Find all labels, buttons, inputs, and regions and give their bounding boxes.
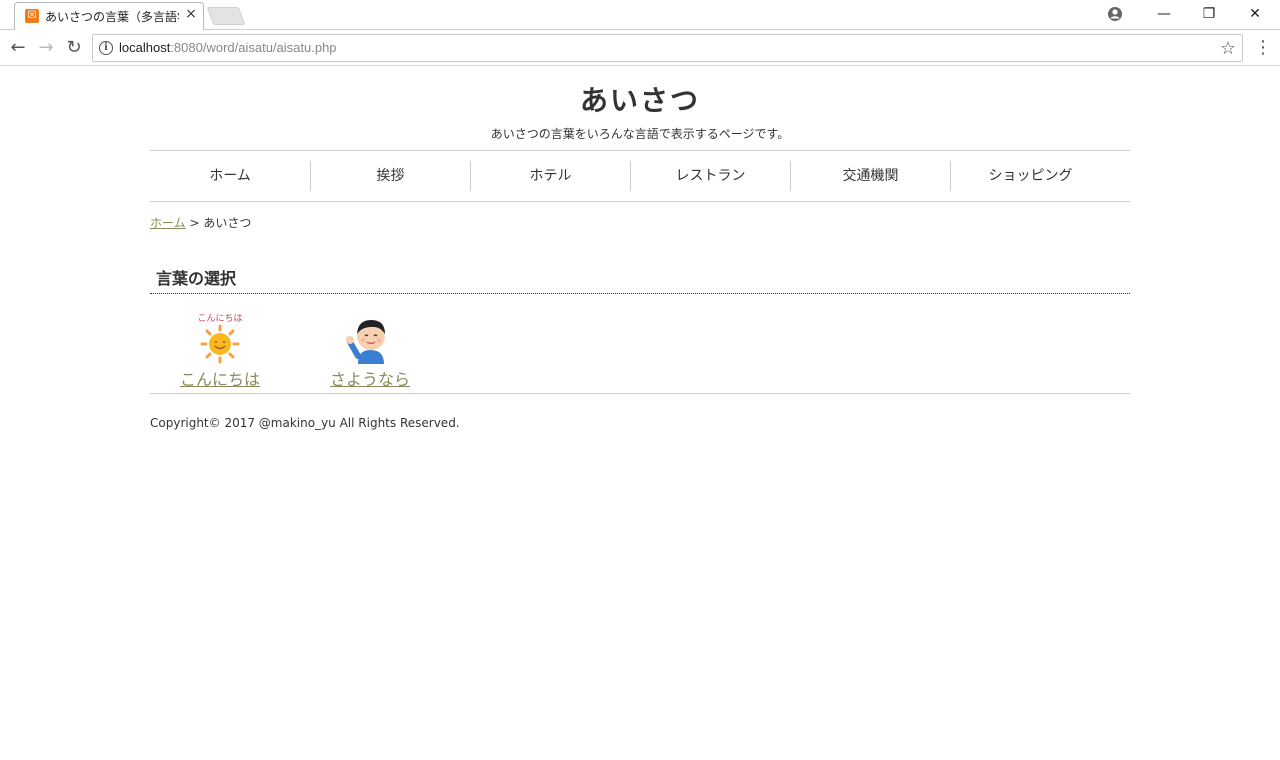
browser-toolbar: ← → ↻ i localhost:8080/word/aisatu/aisat… [0, 30, 1280, 66]
breadcrumb-current: あいさつ [203, 216, 252, 230]
browser-tab[interactable]: ☒ あいさつの言葉（多言語学 × [14, 2, 204, 30]
choice-label[interactable]: こんにちは [150, 370, 290, 390]
bookmark-star-icon[interactable]: ☆ [1220, 38, 1236, 59]
breadcrumb-home-link[interactable]: ホーム [150, 216, 186, 230]
choice-sayounara[interactable]: さようなら [300, 312, 440, 390]
breadcrumb-separator: > [189, 216, 200, 230]
nav-item-home[interactable]: ホーム [150, 161, 310, 191]
nav-item-transport[interactable]: 交通機関 [790, 161, 950, 191]
tab-title: あいさつの言葉（多言語学 [45, 10, 179, 24]
restore-button[interactable]: ❐ [1186, 0, 1232, 28]
breadcrumb: ホーム > あいさつ [150, 214, 1130, 232]
nav-item-shopping[interactable]: ショッピング [950, 161, 1110, 191]
waving-boy-icon [346, 320, 385, 364]
tab-close-icon[interactable]: × [183, 6, 199, 22]
sun-icon-caption: こんにちは [197, 313, 242, 324]
sun-icon: こんにちは [197, 313, 243, 364]
footer-copyright: Copyright© 2017 @makino_yu All Rights Re… [150, 416, 460, 430]
address-bar[interactable]: i localhost:8080/word/aisatu/aisatu.php … [92, 34, 1243, 62]
minimize-button[interactable]: — [1141, 0, 1187, 28]
xampp-favicon-icon: ☒ [25, 9, 39, 23]
reload-icon[interactable]: ↻ [62, 36, 86, 60]
site-title: あいさつ [579, 84, 700, 117]
page-content: あいさつ あいさつの言葉をいろんな言語で表示するページです。 ホーム 挨拶 ホテ… [150, 66, 1130, 432]
new-tab-button[interactable] [206, 7, 246, 25]
site-description: あいさつの言葉をいろんな言語で表示するページです。 [490, 127, 790, 141]
info-icon[interactable]: i [99, 41, 113, 55]
word-choices: こんにちは こんにちは さようなら [150, 294, 1130, 394]
profile-icon[interactable] [1107, 6, 1123, 22]
back-arrow-icon[interactable]: ← [6, 36, 30, 60]
nav-item-greeting[interactable]: 挨拶 [310, 161, 470, 191]
choice-label[interactable]: さようなら [300, 370, 440, 390]
url-path: :8080/word/aisatu/aisatu.php [170, 40, 337, 55]
close-window-button[interactable]: ✕ [1232, 0, 1278, 28]
url-host: localhost [119, 40, 171, 55]
browser-menu-icon[interactable]: ⋮ [1254, 36, 1272, 60]
global-nav: ホーム 挨拶 ホテル レストラン 交通機関 ショッピング [150, 150, 1130, 202]
choice-konnichiwa[interactable]: こんにちは こんにちは [150, 312, 290, 390]
section-title: 言葉の選択 [150, 268, 1130, 294]
nav-item-restaurant[interactable]: レストラン [630, 161, 790, 191]
browser-tab-strip: ☒ あいさつの言葉（多言語学 × — ❐ ✕ [0, 0, 1280, 30]
nav-item-hotel[interactable]: ホテル [470, 161, 630, 191]
url-text[interactable]: localhost:8080/word/aisatu/aisatu.php [119, 40, 337, 55]
forward-arrow-icon[interactable]: → [34, 36, 58, 60]
